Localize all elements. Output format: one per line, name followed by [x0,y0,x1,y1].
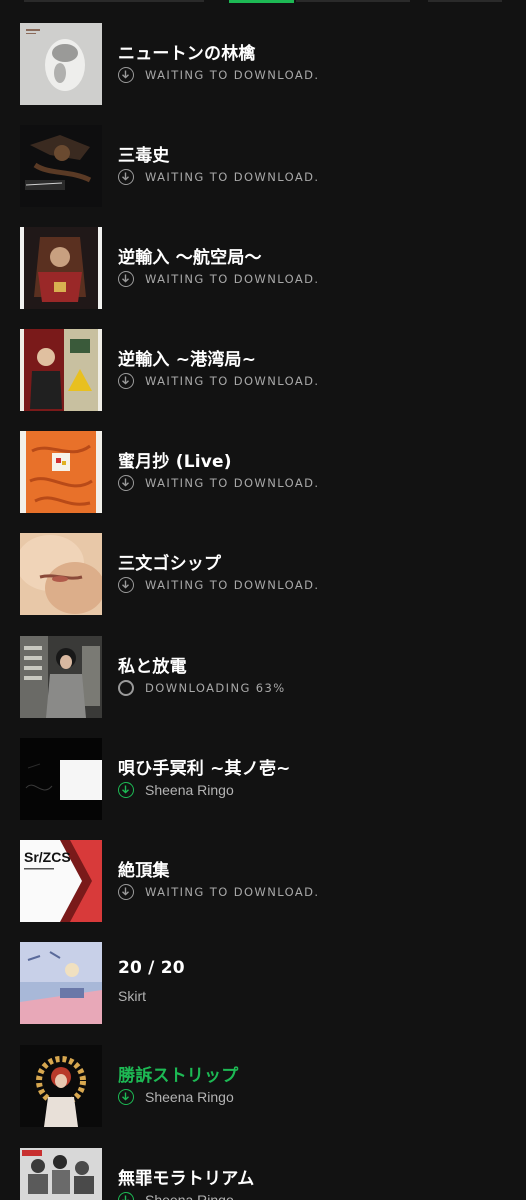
list-item[interactable]: 逆輸入 ~港湾局~ WAITING TO DOWNLOAD. [0,329,526,431]
status-text: WAITING TO DOWNLOAD. [145,476,320,490]
download-status: DOWNLOADING 63% [118,678,286,698]
list-item[interactable]: 三毒史 WAITING TO DOWNLOAD. [0,125,526,227]
list-item[interactable]: 無罪モラトリアム Sheena Ringo [0,1148,526,1200]
svg-text:Sr/ZCS: Sr/ZCS [24,849,71,865]
album-cover-gyakuyunyu-koukuu [20,227,102,309]
album-cover-utaite [20,738,102,820]
status-text: WAITING TO DOWNLOAD. [145,272,320,286]
album-cover-newton [20,23,102,105]
list-item[interactable]: 逆輸入 〜航空局〜 WAITING TO DOWNLOAD. [0,227,526,329]
download-arrow-icon [118,67,134,83]
download-status: WAITING TO DOWNLOAD. [118,882,319,902]
download-status: WAITING TO DOWNLOAD. [118,473,319,493]
download-status: Sheena Ringo [118,780,234,800]
list-item[interactable]: ニュートンの林檎 WAITING TO DOWNLOAD. [0,23,526,125]
album-cover-watashi-to-houden [20,636,102,718]
album-cover-shouso [20,1045,102,1127]
download-arrow-icon [118,271,134,287]
track-title: 逆輸入 〜航空局〜 [118,248,262,268]
download-status: WAITING TO DOWNLOAD. [118,167,319,187]
download-arrow-icon [118,475,134,491]
list-item[interactable]: Sr/ZCS 絶頂集 WAITING TO DOWNLOAD. [0,840,526,942]
download-status: WAITING TO DOWNLOAD. [118,65,319,85]
tab-indicator-4[interactable] [428,0,502,2]
status-text: WAITING TO DOWNLOAD. [145,374,320,388]
track-title: 絶頂集 [118,861,170,881]
album-cover-sandokushi [20,125,102,207]
track-title: 20 / 20 [118,958,185,978]
download-status: WAITING TO DOWNLOAD. [118,371,319,391]
download-arrow-icon [118,373,134,389]
album-cover-20-20 [20,942,102,1024]
track-title: 三毒史 [118,146,170,166]
tab-indicator-3[interactable] [296,0,410,2]
list-item[interactable]: 勝訴ストリップ Sheena Ringo [0,1045,526,1147]
download-status: Sheena Ringo [118,1190,234,1200]
artist-name[interactable]: Skirt [118,988,146,1004]
top-tab-bar [0,0,526,4]
tab-indicator-1[interactable] [24,0,204,2]
status-text: WAITING TO DOWNLOAD. [145,68,320,82]
download-status: WAITING TO DOWNLOAD. [118,575,319,595]
download-arrow-icon [118,169,134,185]
list-item[interactable]: 私と放電 DOWNLOADING 63% [0,636,526,738]
list-item[interactable]: 蜜月抄 (Live) WAITING TO DOWNLOAD. [0,431,526,533]
track-title-now-playing: 勝訴ストリップ [118,1066,239,1086]
album-cover-zecchoushuu: Sr/ZCS [20,840,102,922]
artist-name[interactable]: Sheena Ringo [145,782,234,798]
album-cover-sanmon [20,533,102,615]
album-cover-mitsugetsu [20,431,102,513]
status-text: WAITING TO DOWNLOAD. [145,578,320,592]
downloaded-check-icon [118,782,134,798]
artist-name[interactable]: Sheena Ringo [145,1192,234,1200]
track-title: 無罪モラトリアム [118,1169,255,1189]
downloaded-check-icon [118,1089,134,1105]
album-cover-gyakuyunyu-kouwan [20,329,102,411]
artist-name[interactable]: Sheena Ringo [145,1089,234,1105]
list-item[interactable]: 三文ゴシップ WAITING TO DOWNLOAD. [0,533,526,635]
status-text: WAITING TO DOWNLOAD. [145,170,320,184]
download-arrow-icon [118,884,134,900]
list-item[interactable]: 20 / 20 Skirt [0,942,526,1044]
track-title: 三文ゴシップ [118,554,222,574]
download-arrow-icon [118,577,134,593]
track-title: ニュートンの林檎 [118,44,256,64]
progress-ring-icon [118,680,134,696]
status-text: WAITING TO DOWNLOAD. [145,885,320,899]
album-cover-muzai [20,1148,102,1200]
tab-indicator-active[interactable] [229,0,294,3]
track-title: 逆輸入 ~港湾局~ [118,350,257,370]
status-text: DOWNLOADING 63% [145,681,286,695]
track-title: 私と放電 [118,657,187,677]
downloaded-check-icon [118,1192,134,1200]
list-item[interactable]: 唄ひ手冥利 ~其ノ壱~ Sheena Ringo [0,738,526,840]
download-status: WAITING TO DOWNLOAD. [118,269,319,289]
download-status: Sheena Ringo [118,1087,234,1107]
track-title: 唄ひ手冥利 ~其ノ壱~ [118,759,291,779]
track-title: 蜜月抄 (Live) [118,452,232,472]
